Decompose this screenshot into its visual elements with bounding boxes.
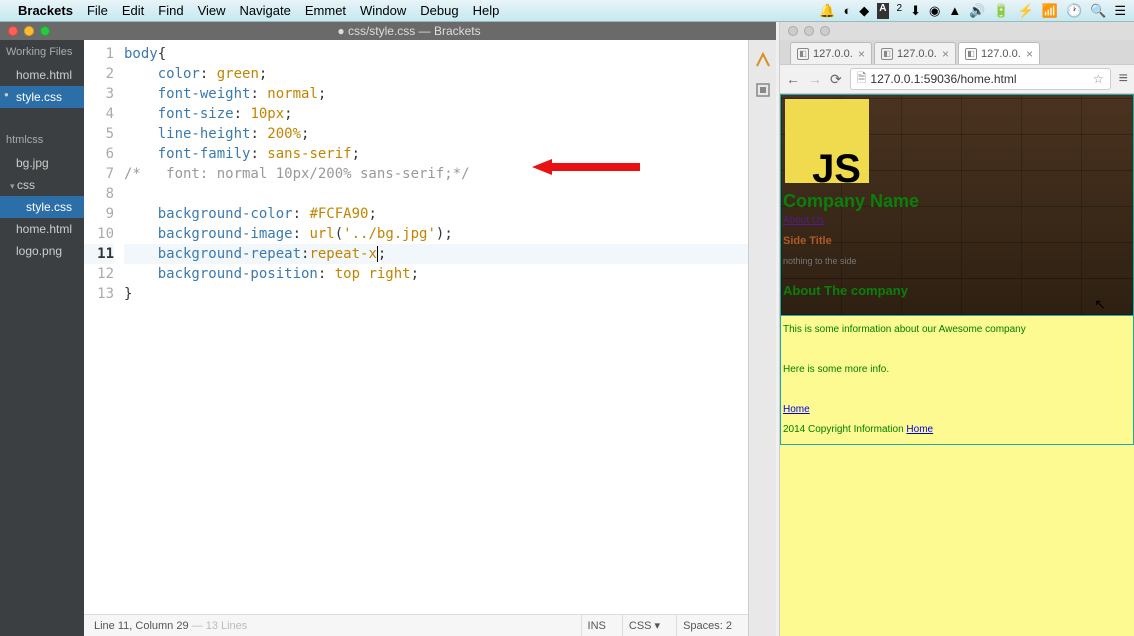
address-bar[interactable]: 🗎 127.0.0.1:59036/home.html ☆ [850,68,1111,90]
browser-tab-1[interactable]: ◧127.0.0.× [790,42,872,64]
indent-mode[interactable]: Spaces: 2 [676,615,738,636]
evernote-icon[interactable]: ◉ [929,3,940,19]
window-title: ● css/style.css — Brackets [50,24,768,38]
favicon-icon: ◧ [881,48,893,60]
menu-find[interactable]: Find [158,3,183,18]
menu-edit[interactable]: Edit [122,3,144,18]
project-file-style[interactable]: style.css [0,196,84,218]
about-paragraph-1: This is some information about our Aweso… [783,320,1131,340]
bookmark-icon[interactable]: ☆ [1093,72,1104,86]
minimize-window-button[interactable] [24,26,34,36]
insert-mode[interactable]: INS [581,615,612,636]
company-name-heading: Company Name [781,191,1133,211]
url-text: 127.0.0.1:59036/home.html [870,72,1016,86]
browser-tab-2[interactable]: ◧127.0.0.× [874,42,956,64]
menu-emmet[interactable]: Emmet [305,3,346,18]
menu-file[interactable]: File [87,3,108,18]
adobe-icon[interactable]: A [877,3,888,19]
working-file-home[interactable]: home.html [0,64,84,86]
clock-icon[interactable]: 🕐 [1066,3,1082,19]
rendered-page: JS Company Name About Us Side Title noth… [780,94,1134,636]
menu-view[interactable]: View [198,3,226,18]
reload-button[interactable]: ⟳ [830,71,842,88]
side-subtitle: nothing to the side [781,251,1133,271]
page-icon: 🗎 [857,69,867,90]
home-link[interactable]: Home [783,404,810,415]
favicon-icon: ◧ [965,48,977,60]
extensions-icon[interactable] [755,82,771,98]
browser-tabs: ◧127.0.0.× ◧127.0.0.× ◧127.0.0.× [780,40,1134,64]
footer-text: 2014 Copyright Information Home [783,420,1131,440]
menu-help[interactable]: Help [473,3,500,18]
zoom-window-button[interactable] [40,26,50,36]
project-folder-css[interactable]: css [0,174,84,196]
browser-toolbar: ← → ⟳ 🗎 127.0.0.1:59036/home.html ☆ ≡ [780,64,1134,94]
project-header[interactable]: htmlcss [0,128,84,152]
number-icon[interactable]: 2 [897,3,903,19]
mac-menubar: Brackets File Edit Find View Navigate Em… [0,0,1134,22]
code-content[interactable]: body{ color: green; font-weight: normal;… [124,44,748,614]
spotlight-icon[interactable]: 🔍 [1090,3,1106,19]
menu-debug[interactable]: Debug [420,3,458,18]
browser-minimize-button[interactable] [804,26,814,36]
side-title: Side Title [781,231,1133,251]
wifi-icon[interactable]: ⚡ [1018,3,1034,19]
project-file-home[interactable]: home.html [0,218,84,240]
footer-home-link[interactable]: Home [906,424,933,435]
about-paragraph-2: Here is some more info. [783,360,1131,380]
cloud-icon[interactable]: ◐ [843,3,851,19]
nav-about-link[interactable]: About Us [781,211,1133,231]
js-logo: JS [785,99,869,183]
dropbox-icon[interactable]: ⬇ [910,3,921,19]
shape-icon[interactable]: ◆ [859,3,869,19]
chrome-menu-icon[interactable]: ≡ [1119,70,1128,88]
code-editor[interactable]: 12345678910111213 body{ color: green; fo… [84,40,748,614]
browser-titlebar [780,22,1134,40]
close-window-button[interactable] [8,26,18,36]
language-mode[interactable]: CSS ▾ [622,615,666,636]
working-files-header: Working Files [0,40,84,64]
wifi2-icon[interactable]: 📶 [1042,3,1058,19]
line-gutter: 12345678910111213 [84,44,124,614]
browser-zoom-button[interactable] [820,26,830,36]
back-button[interactable]: ← [786,71,800,87]
battery-icon[interactable]: 🔋 [993,3,1009,19]
notifications-icon[interactable]: ☰ [1114,3,1126,19]
browser-close-button[interactable] [788,26,798,36]
close-tab-icon[interactable]: × [942,47,949,61]
about-heading: About The company [781,281,1133,301]
brackets-window: ● css/style.css — Brackets Working Files… [0,22,776,636]
brackets-right-toolbar [748,40,776,636]
status-bar: Line 11, Column 29 — 13 Lines INS CSS ▾ … [84,614,748,636]
brackets-sidebar: Working Files home.html style.css htmlcs… [0,40,84,636]
close-tab-icon[interactable]: × [1026,47,1033,61]
volume-icon[interactable]: 🔊 [969,3,985,19]
camera-icon[interactable]: ▲ [948,3,961,19]
working-file-style[interactable]: style.css [0,86,84,108]
menu-navigate[interactable]: Navigate [240,3,291,18]
traffic-lights [8,26,50,36]
live-preview-icon[interactable] [755,52,771,68]
project-file-logo[interactable]: logo.png [0,240,84,262]
cursor-position: Line 11, Column 29 — 13 Lines [94,620,247,632]
forward-button[interactable]: → [808,71,822,87]
close-tab-icon[interactable]: × [858,47,865,61]
browser-window: ◧127.0.0.× ◧127.0.0.× ◧127.0.0.× ← → ⟳ 🗎… [779,22,1134,636]
browser-tab-3[interactable]: ◧127.0.0.× [958,42,1040,64]
app-name[interactable]: Brackets [18,3,73,18]
favicon-icon: ◧ [797,48,809,60]
editor-area: 12345678910111213 body{ color: green; fo… [84,40,748,636]
system-tray: 🔔 ◐ ◆ A 2 ⬇ ◉ ▲ 🔊 🔋 ⚡ 📶 🕐 🔍 ☰ [819,3,1126,19]
project-file-bg[interactable]: bg.jpg [0,152,84,174]
mouse-cursor-icon: ↖ [1094,294,1106,314]
brackets-titlebar: ● css/style.css — Brackets [0,22,776,40]
bell-icon[interactable]: 🔔 [819,3,835,19]
menu-window[interactable]: Window [360,3,406,18]
